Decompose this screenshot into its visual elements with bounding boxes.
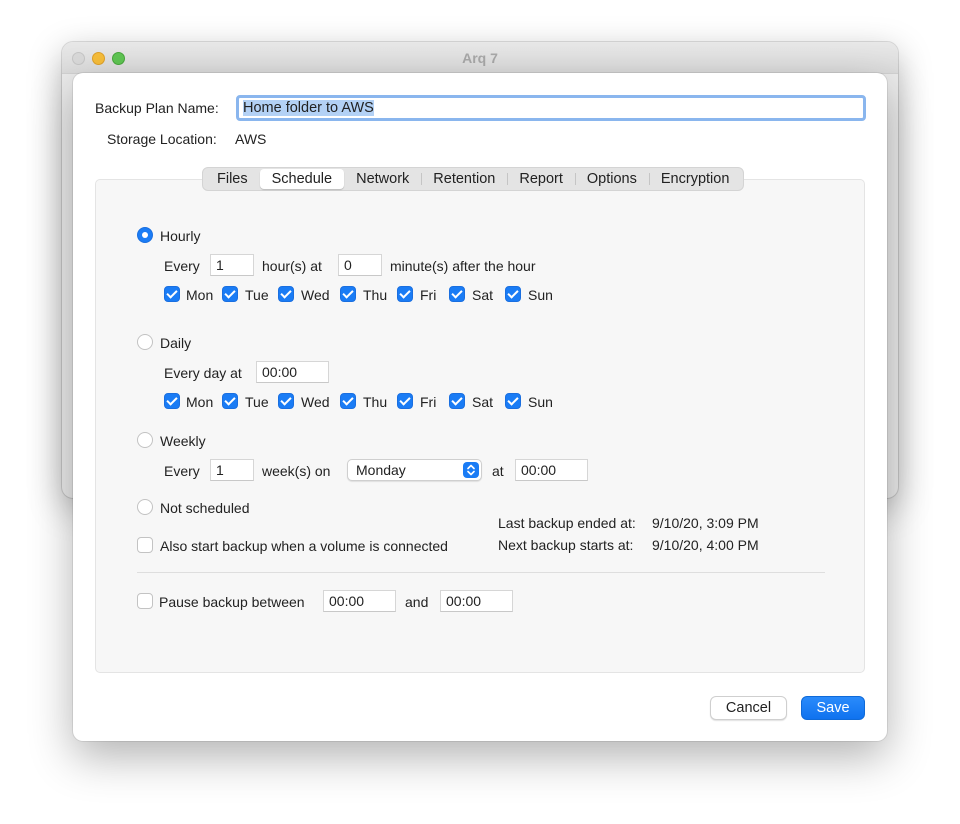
- minutes-label: minute(s) after the hour: [390, 258, 536, 274]
- volume-connected-label: Also start backup when a volume is conne…: [160, 538, 448, 554]
- hourly-day-tue-label: Tue: [245, 287, 269, 303]
- weekly-time-input[interactable]: 00:00: [515, 459, 588, 481]
- daily-day-wed-checkbox[interactable]: [278, 393, 294, 409]
- pause-and-label: and: [405, 594, 429, 610]
- daily-time-input[interactable]: 00:00: [256, 361, 329, 383]
- tab-schedule[interactable]: Schedule: [259, 169, 345, 189]
- hourly-day-wed-checkbox[interactable]: [278, 286, 294, 302]
- hours-at-label: hour(s) at: [262, 258, 322, 274]
- weekly-label: Weekly: [160, 433, 206, 449]
- hourly-radio[interactable]: [137, 227, 153, 243]
- weeks-input[interactable]: 1: [210, 459, 254, 481]
- hourly-day-sat-checkbox[interactable]: [449, 286, 465, 302]
- tab-report[interactable]: Report: [507, 169, 575, 189]
- hourly-day-thu-label: Thu: [363, 287, 388, 303]
- hourly-day-fri-label: Fri: [420, 287, 437, 303]
- daily-label: Daily: [160, 335, 192, 351]
- every-day-at-label: Every day at: [164, 365, 242, 381]
- not-scheduled-label: Not scheduled: [160, 500, 250, 516]
- plan-name-label: Backup Plan Name:: [95, 100, 219, 116]
- last-backup-value: 9/10/20, 3:09 PM: [652, 515, 759, 531]
- not-scheduled-radio[interactable]: [137, 499, 153, 515]
- storage-location-label: Storage Location:: [107, 131, 217, 147]
- hourly-day-tue-checkbox[interactable]: [222, 286, 238, 302]
- hourly-day-mon-label: Mon: [186, 287, 214, 303]
- plan-name-input[interactable]: Home folder to AWS: [236, 95, 866, 121]
- divider: [137, 572, 825, 573]
- hourly-day-thu-checkbox[interactable]: [340, 286, 356, 302]
- hourly-day-wed-label: Wed: [301, 287, 330, 303]
- hourly-day-sun-label: Sun: [528, 287, 553, 303]
- weekly-every-label: Every: [164, 463, 200, 479]
- pause-backup-label: Pause backup between: [159, 594, 305, 610]
- backup-plan-sheet: Backup Plan Name: Home folder to AWS Sto…: [73, 73, 887, 741]
- last-backup-label: Last backup ended at:: [498, 515, 636, 531]
- hours-input[interactable]: 1: [210, 254, 254, 276]
- hourly-day-sun-checkbox[interactable]: [505, 286, 521, 302]
- weeks-on-label: week(s) on: [262, 463, 331, 479]
- tab-retention[interactable]: Retention: [421, 169, 507, 189]
- plan-name-value: Home folder to AWS: [243, 100, 374, 116]
- hourly-day-sat-label: Sat: [472, 287, 494, 303]
- tab-options[interactable]: Options: [574, 169, 649, 189]
- tab-encryption[interactable]: Encryption: [648, 169, 742, 189]
- storage-location-value: AWS: [235, 131, 267, 147]
- daily-day-tue-checkbox[interactable]: [222, 393, 238, 409]
- daily-day-fri-label: Fri: [420, 394, 437, 410]
- daily-day-thu-checkbox[interactable]: [340, 393, 356, 409]
- tab-files[interactable]: Files: [205, 169, 260, 189]
- next-backup-label: Next backup starts at:: [498, 537, 634, 553]
- pause-backup-checkbox[interactable]: [137, 593, 153, 609]
- daily-day-mon-label: Mon: [186, 394, 214, 410]
- next-backup-value: 9/10/20, 4:00 PM: [652, 537, 759, 553]
- daily-day-mon-checkbox[interactable]: [164, 393, 180, 409]
- hourly-day-mon-checkbox[interactable]: [164, 286, 180, 302]
- weekday-select[interactable]: Monday: [347, 459, 482, 481]
- tab-bar: Files Schedule Network Retention Report …: [202, 167, 745, 191]
- pause-start-input[interactable]: 00:00: [323, 590, 396, 612]
- daily-day-tue-label: Tue: [245, 394, 269, 410]
- minutes-input[interactable]: 0: [338, 254, 382, 276]
- hourly-day-fri-checkbox[interactable]: [397, 286, 413, 302]
- weekday-select-value: Monday: [356, 462, 406, 478]
- title-bar: Arq 7: [62, 42, 898, 74]
- daily-day-sat-checkbox[interactable]: [449, 393, 465, 409]
- hourly-every-label: Every: [164, 258, 200, 274]
- save-button[interactable]: Save: [801, 696, 865, 720]
- window-title: Arq 7: [462, 50, 498, 66]
- daily-day-sun-label: Sun: [528, 394, 553, 410]
- tab-network[interactable]: Network: [344, 169, 421, 189]
- weekly-at-label: at: [492, 463, 504, 479]
- pause-end-input[interactable]: 00:00: [440, 590, 513, 612]
- weekly-radio[interactable]: [137, 432, 153, 448]
- volume-connected-checkbox[interactable]: [137, 537, 153, 553]
- daily-day-thu-label: Thu: [363, 394, 388, 410]
- daily-radio[interactable]: [137, 334, 153, 350]
- daily-day-sun-checkbox[interactable]: [505, 393, 521, 409]
- daily-day-fri-checkbox[interactable]: [397, 393, 413, 409]
- cancel-button[interactable]: Cancel: [710, 696, 787, 720]
- chevron-up-down-icon: [463, 462, 479, 478]
- hourly-label: Hourly: [160, 228, 201, 244]
- daily-day-sat-label: Sat: [472, 394, 494, 410]
- daily-day-wed-label: Wed: [301, 394, 330, 410]
